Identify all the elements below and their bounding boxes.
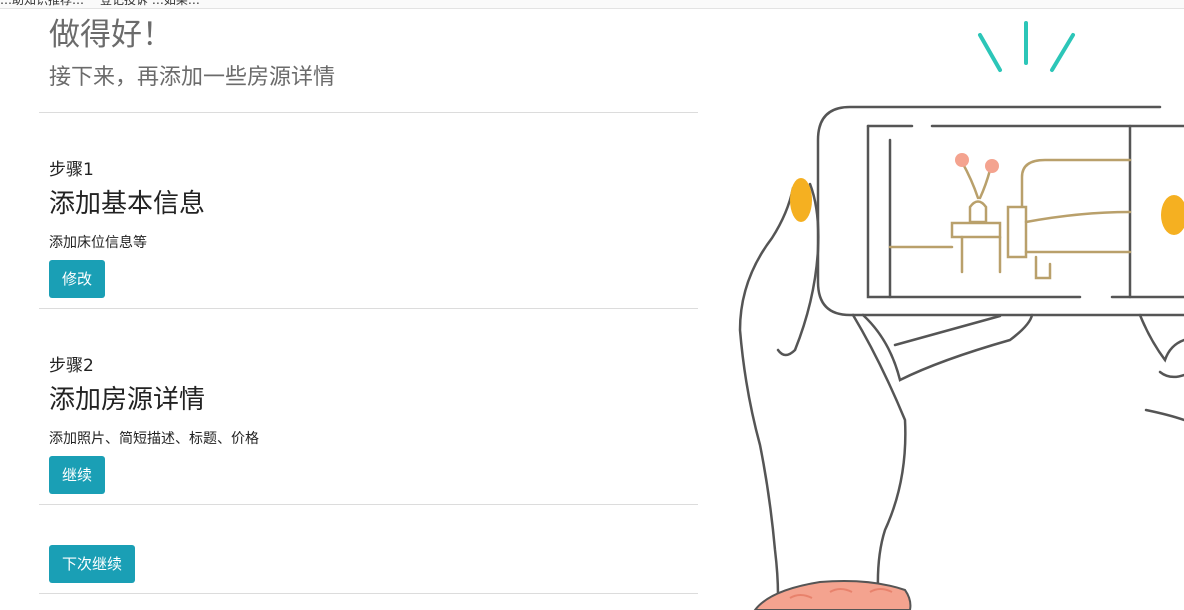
continue-later-button[interactable]: 下次继续 bbox=[49, 545, 136, 583]
page-subtitle: 接下来，再添加一些房源详情 bbox=[49, 65, 336, 90]
step-2-label: 步骤2 bbox=[49, 356, 94, 376]
thumbnail-icon bbox=[1161, 195, 1184, 235]
sparkle-icon bbox=[978, 21, 1075, 72]
progress-panel: 做得好！ 接下来，再添加一些房源详情 步骤1 添加基本信息 添加床位信息等 修改… bbox=[0, 0, 700, 610]
page-title: 做得好！ bbox=[49, 17, 173, 53]
divider bbox=[39, 504, 698, 505]
continue-button[interactable]: 继续 bbox=[49, 456, 106, 494]
step-2-title: 添加房源详情 bbox=[49, 385, 206, 415]
edit-button[interactable]: 修改 bbox=[49, 260, 106, 298]
step-1-label: 步骤1 bbox=[49, 160, 94, 180]
step-1-title: 添加基本信息 bbox=[49, 189, 206, 219]
phone-photo-illustration bbox=[738, 21, 1184, 610]
step-2-description: 添加照片、简短描述、标题、价格 bbox=[49, 431, 259, 447]
divider bbox=[39, 308, 698, 309]
divider bbox=[39, 112, 698, 113]
room-scene bbox=[888, 158, 1132, 280]
divider bbox=[39, 593, 698, 594]
thumbnail-icon bbox=[790, 178, 812, 222]
step-1-description: 添加床位信息等 bbox=[49, 235, 147, 251]
